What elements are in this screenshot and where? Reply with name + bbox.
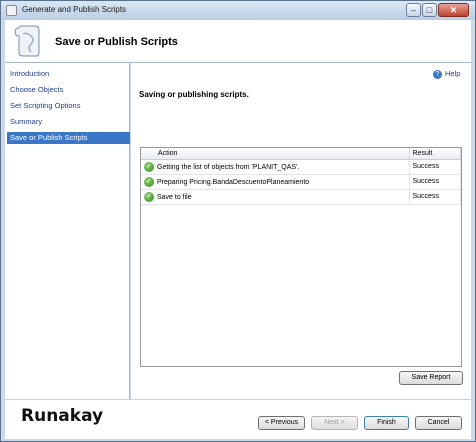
close-button[interactable]: ✕ xyxy=(438,3,469,17)
maximize-button[interactable]: □ xyxy=(422,3,437,17)
success-check-icon: ✓ xyxy=(144,161,154,172)
window-title: Generate and Publish Scripts xyxy=(22,5,127,14)
wizard-nav: Introduction Choose Objects Set Scriptin… xyxy=(5,63,130,399)
cancel-button[interactable]: Cancel xyxy=(415,416,462,430)
column-header-result[interactable]: Result xyxy=(409,148,461,160)
app-icon xyxy=(6,5,17,16)
table-header-row: Action Result xyxy=(141,148,461,160)
result-cell: Success xyxy=(409,159,461,175)
dialog-window: Generate and Publish Scripts – □ ✕ Save … xyxy=(0,0,476,442)
nav-item-choose-objects[interactable]: Choose Objects xyxy=(7,84,130,96)
action-cell: ✓ Getting the list of objects from 'PLANI… xyxy=(141,159,410,175)
success-check-icon: ✓ xyxy=(144,176,154,187)
nav-item-set-scripting-options[interactable]: Set Scripting Options xyxy=(7,100,130,112)
result-cell: Success xyxy=(409,174,461,190)
minimize-icon: – xyxy=(410,5,416,15)
results-grid[interactable]: Action Result ✓ Getting the list of objec… xyxy=(140,147,462,367)
minimize-button[interactable]: – xyxy=(406,3,421,17)
action-cell: ✓ Save to file xyxy=(141,189,410,205)
nav-item-introduction[interactable]: Introduction xyxy=(7,68,130,80)
finish-button[interactable]: Finish xyxy=(364,416,409,430)
close-icon: ✕ xyxy=(449,5,458,15)
nav-item-save-or-publish[interactable]: Save or Publish Scripts xyxy=(7,132,130,144)
results-table: Action Result ✓ Getting the list of objec… xyxy=(141,148,461,205)
help-icon: ? xyxy=(433,69,442,79)
previous-button[interactable]: < Previous xyxy=(258,416,305,430)
table-row[interactable]: ✓ Save to file Success xyxy=(141,189,461,205)
help-link[interactable]: ? Help xyxy=(433,69,460,79)
nav-item-summary[interactable]: Summary xyxy=(7,116,130,128)
maximize-icon: □ xyxy=(426,5,433,15)
title-bar[interactable]: Generate and Publish Scripts – □ ✕ xyxy=(1,1,475,20)
page-title: Save or Publish Scripts xyxy=(55,36,178,48)
next-button[interactable]: Next > xyxy=(311,416,358,430)
section-heading: Saving or publishing scripts. xyxy=(139,90,249,99)
save-report-button[interactable]: Save Report xyxy=(399,371,463,385)
help-label: Help xyxy=(445,69,461,78)
success-check-icon: ✓ xyxy=(144,191,154,202)
table-row[interactable]: ✓ Preparing Pricing.BandaDescuentoPlaneam… xyxy=(141,174,461,190)
action-cell: ✓ Preparing Pricing.BandaDescuentoPlaneam… xyxy=(141,174,410,190)
wizard-header: Save or Publish Scripts xyxy=(5,20,471,63)
result-cell: Success xyxy=(409,189,461,205)
column-header-action[interactable]: Action xyxy=(141,148,410,160)
watermark-text: Runakay xyxy=(21,406,104,426)
script-scroll-icon xyxy=(14,25,40,57)
table-row[interactable]: ✓ Getting the list of objects from 'PLANI… xyxy=(141,159,461,175)
